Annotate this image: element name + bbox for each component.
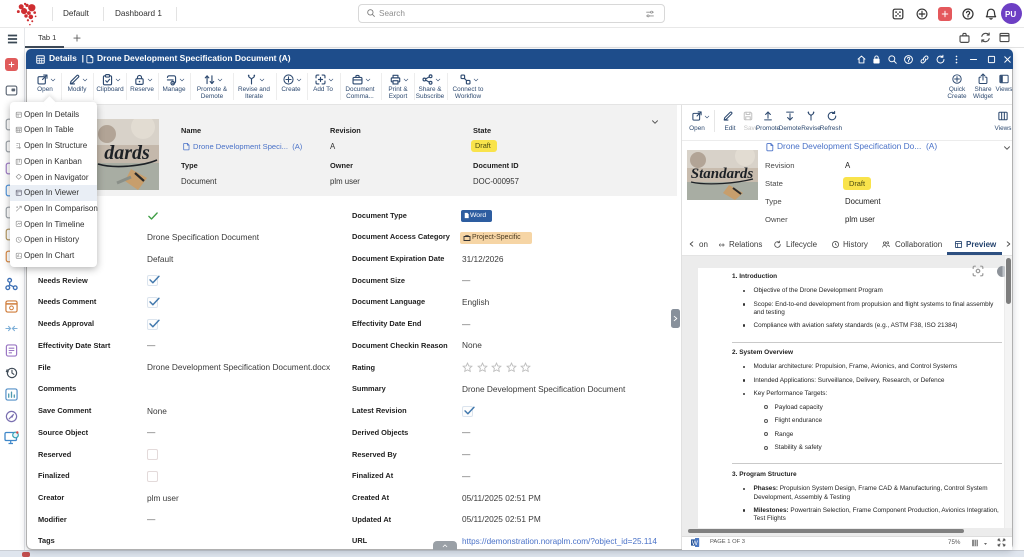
- svg-text:W: W: [692, 540, 698, 547]
- svg-text:Standards: Standards: [691, 166, 754, 182]
- svg-text:dards: dards: [104, 142, 150, 164]
